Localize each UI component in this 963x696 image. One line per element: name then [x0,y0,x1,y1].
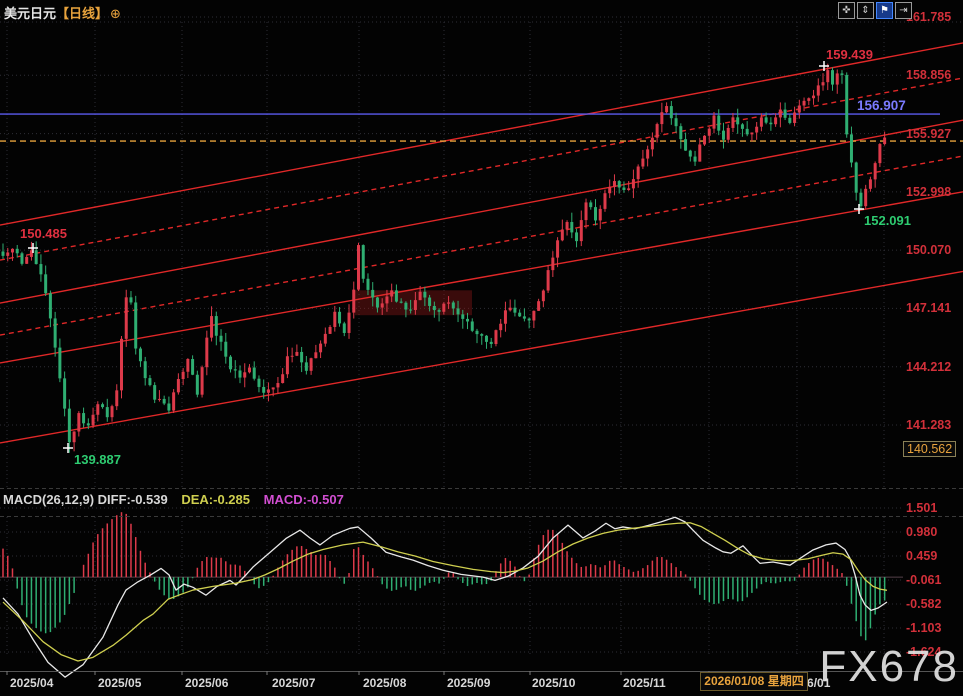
fx678-watermark: FX678 [819,642,959,692]
macd-axis-label: 0.459 [906,549,937,563]
channel-trend-line-5[interactable] [0,271,963,443]
axis-scale-tool-icon[interactable]: ⇕ [857,2,874,19]
channel-trend-line-3[interactable] [0,156,963,335]
x-axis-month-label: 2025/06 [185,676,228,690]
macd-layer [0,512,903,677]
price-axis-label: 158.856 [906,68,951,82]
x-axis-month-label: 2025/09 [447,676,490,690]
macd-params-label[interactable]: MACD(26,12,9) [3,492,94,507]
chart-canvas [0,0,963,696]
price-axis-label: 155.927 [906,127,951,141]
swing-price-annotation: 159.439 [826,47,873,62]
macd-macd-value: MACD:-0.507 [264,492,344,507]
add-indicator-icon[interactable]: ⊕ [110,6,121,21]
pan-tool-icon[interactable]: ✜ [838,2,855,19]
swing-price-annotation: 152.091 [864,213,911,228]
x-axis-month-label: 2025/04 [10,676,53,690]
blue-line-price-label[interactable]: 156.907 [857,98,906,113]
axis-boxed-label: 140.562 [903,441,956,457]
price-axis-label: 141.283 [906,418,951,432]
x-axis-month-label: 2025/07 [272,676,315,690]
macd-axis-label: 1.501 [906,501,937,515]
macd-header: MACD(26,12,9) DIFF:-0.539 DEA:-0.285 MAC… [3,492,344,507]
macd-axis-label: -0.582 [906,597,941,611]
flag-tool-icon[interactable]: ⚑ [876,2,893,19]
symbol-title: 美元日元 [4,6,56,21]
price-axis-label: 161.785 [906,10,951,24]
macd-diff-value: DIFF:-0.539 [98,492,168,507]
goto-latest-tool-icon[interactable]: ⇥ [895,2,912,19]
price-axis-label: 147.141 [906,301,951,315]
macd-dea-value: DEA:-0.285 [181,492,250,507]
price-axis-label: 150.070 [906,243,951,257]
price-axis-label: 152.998 [906,185,951,199]
swing-price-annotation: 139.887 [74,452,121,467]
timeframe-label: 【日线】 [56,6,108,21]
macd-axis-label: 0.980 [906,525,937,539]
x-axis-month-label: 2025/05 [98,676,141,690]
channel-trend-line-2[interactable] [0,120,963,303]
x-axis-month-label: 2025/08 [363,676,406,690]
channel-lines-layer [0,43,963,443]
swing-price-annotation: 150.485 [20,226,67,241]
price-axis-label: 144.212 [906,360,951,374]
macd-axis-label: -0.061 [906,573,941,587]
chart-app: 美元日元【日线】⊕ ✜⇕⚑⇥ 161.785 158.856 155.927 152.… [0,0,963,696]
channel-trend-line-1[interactable] [0,78,963,260]
chart-toolbar: ✜⇕⚑⇥ [838,2,912,19]
x-axis-month-label: 2025/10 [532,676,575,690]
title-bar: 美元日元【日线】⊕ [4,3,121,22]
crosshair-date-box: 2026/01/08 星期四 [700,672,808,691]
x-axis-month-label: 2025/11 [623,676,666,690]
macd-axis-label: -1.103 [906,621,941,635]
